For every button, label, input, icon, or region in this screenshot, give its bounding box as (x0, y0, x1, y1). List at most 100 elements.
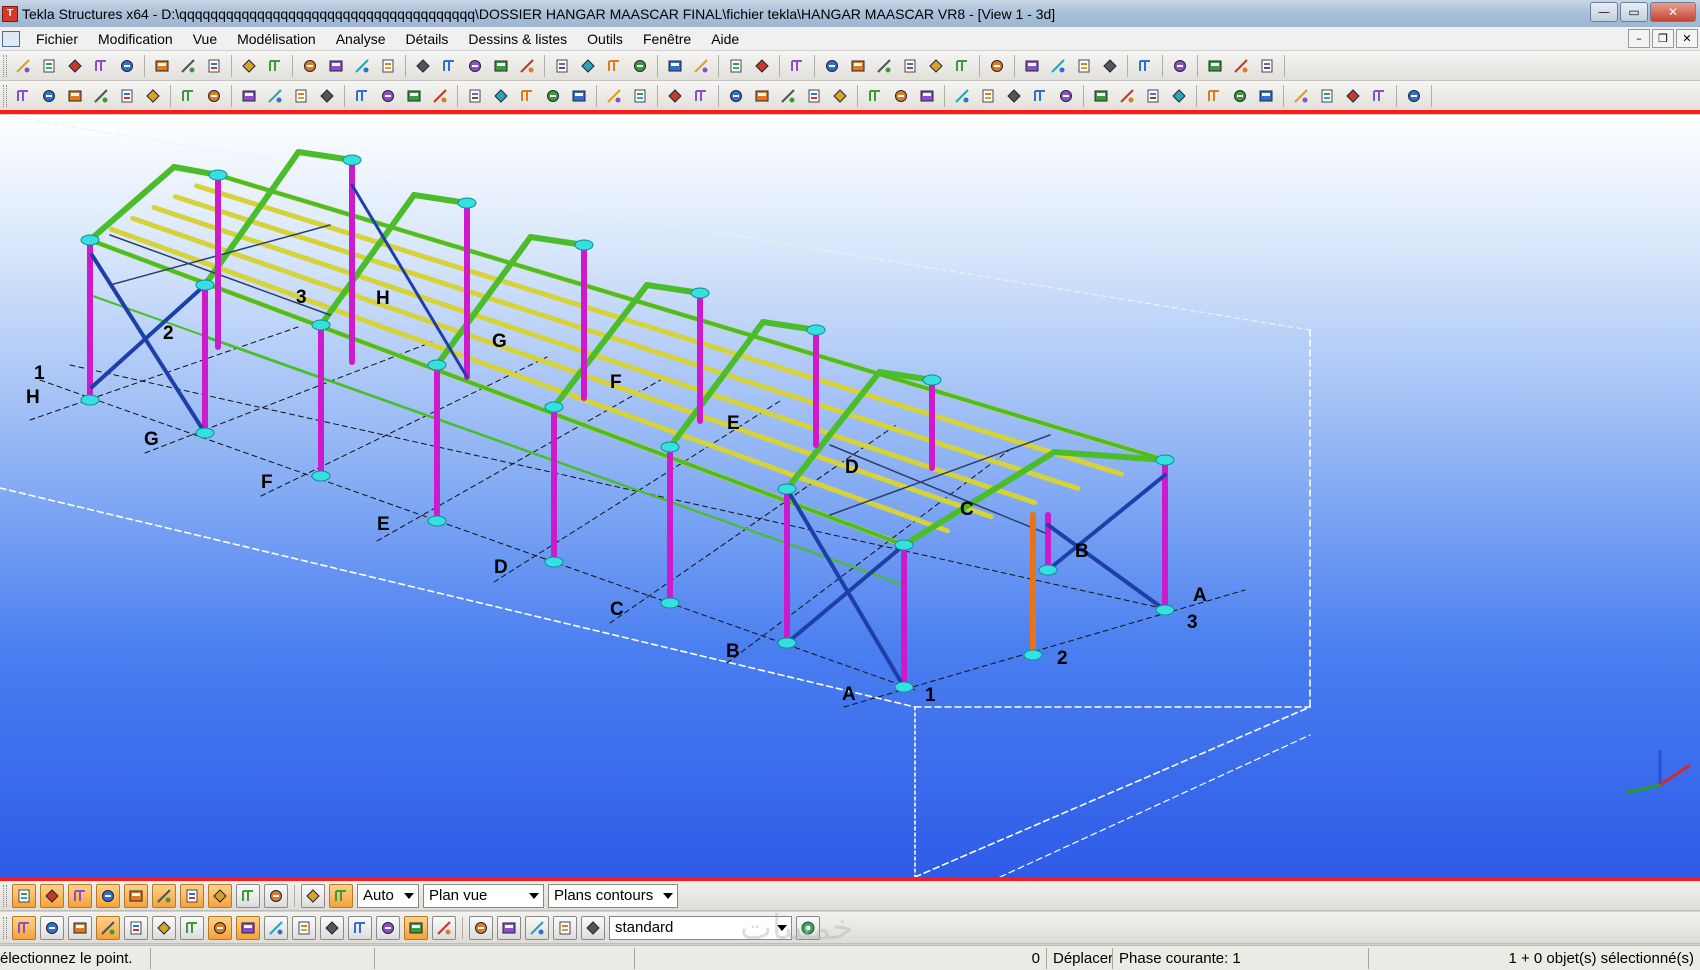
select-switch-button[interactable] (432, 915, 456, 940)
wall-brace[interactable] (785, 487, 906, 689)
select-switch-button[interactable] (180, 915, 204, 940)
wall-brace[interactable] (90, 283, 207, 389)
view-button[interactable] (1228, 84, 1252, 108)
filter-button[interactable] (950, 84, 974, 108)
select-switch-button[interactable] (525, 915, 549, 940)
column-base-node[interactable] (894, 681, 914, 693)
snap-switch-button[interactable] (180, 883, 204, 908)
snap-switch-button[interactable] (124, 883, 148, 908)
select-switch-button[interactable] (376, 915, 400, 940)
select-button[interactable] (515, 54, 539, 78)
select-switch-button[interactable] (68, 915, 92, 940)
connect-button[interactable] (689, 54, 713, 78)
target-button[interactable] (202, 84, 226, 108)
snap-button[interactable] (89, 84, 113, 108)
column-top-node[interactable] (544, 401, 564, 413)
mdi-minimize-button[interactable]: – (1628, 29, 1650, 48)
column-button[interactable] (376, 84, 400, 108)
snap-plane-select[interactable]: Plans contours (548, 883, 678, 908)
view-button[interactable] (1254, 84, 1278, 108)
view-button[interactable] (115, 54, 139, 78)
column-top-node[interactable] (806, 324, 826, 336)
column-base-node[interactable] (311, 470, 331, 482)
column-base-node[interactable] (660, 597, 680, 609)
component-button[interactable] (724, 54, 748, 78)
drawing-button[interactable] (1072, 54, 1096, 78)
line-button[interactable] (802, 84, 826, 108)
snap-switch-button[interactable] (40, 883, 64, 908)
grid-button[interactable] (846, 54, 870, 78)
menu-détails[interactable]: Détails (396, 31, 459, 47)
select-switch-button[interactable] (264, 915, 288, 940)
select-switch-button[interactable] (208, 915, 232, 940)
select-switch-button[interactable] (292, 915, 316, 940)
menu-modification[interactable]: Modification (88, 31, 183, 47)
column-base-node[interactable] (1155, 604, 1175, 616)
column-top-node[interactable] (894, 539, 914, 551)
column-top-node[interactable] (427, 359, 447, 371)
work-area-edge[interactable] (999, 734, 1311, 877)
grid-button[interactable] (924, 54, 948, 78)
arrow-switch-button[interactable] (264, 883, 288, 908)
select-switch-button[interactable] (40, 915, 64, 940)
column-button[interactable] (428, 84, 452, 108)
filter-settings-button[interactable] (796, 915, 820, 940)
line-button[interactable] (828, 84, 852, 108)
column-top-node[interactable] (457, 197, 477, 209)
tekla-app-icon[interactable]: T (2, 5, 18, 22)
wall-brace[interactable] (1046, 473, 1167, 572)
drawing-button[interactable] (1020, 54, 1044, 78)
snap-button[interactable] (115, 84, 139, 108)
forward-button[interactable] (1203, 54, 1227, 78)
selection-filter-select[interactable]: standard (609, 915, 792, 940)
drawing-button[interactable] (1046, 54, 1070, 78)
toolbar-grip[interactable] (3, 84, 7, 107)
window-button[interactable] (463, 54, 487, 78)
column-top-node[interactable] (574, 239, 594, 251)
tool-button[interactable] (1255, 54, 1279, 78)
box-switch-button[interactable] (329, 883, 353, 908)
column-top-node[interactable] (208, 169, 228, 181)
grid-button[interactable] (872, 54, 896, 78)
select-switch-button[interactable] (404, 915, 428, 940)
maximize-button[interactable]: ▭ (1620, 2, 1648, 22)
column-base-node[interactable] (1023, 649, 1043, 661)
select-switch-button[interactable] (152, 915, 176, 940)
document-icon[interactable] (2, 30, 20, 47)
select-switch-button[interactable] (581, 915, 605, 940)
column-top-node[interactable] (660, 441, 680, 453)
help-button[interactable] (785, 54, 809, 78)
filter-button[interactable] (1028, 84, 1052, 108)
select-switch-button[interactable] (236, 915, 260, 940)
snap-switch-button[interactable] (96, 883, 120, 908)
view-button[interactable] (11, 54, 35, 78)
folder-button[interactable] (1229, 54, 1253, 78)
menu-vue[interactable]: Vue (183, 31, 227, 47)
fitting-button[interactable] (915, 84, 939, 108)
menu-aide[interactable]: Aide (701, 31, 749, 47)
grid-line[interactable] (69, 364, 1171, 611)
menu-fenêtre[interactable]: Fenêtre (633, 31, 701, 47)
view-button[interactable] (1289, 84, 1313, 108)
select-switch-button[interactable] (96, 915, 120, 940)
view-button[interactable] (1089, 84, 1113, 108)
weld-button[interactable] (628, 84, 652, 108)
select-switch-button[interactable] (12, 915, 36, 940)
select-switch-button[interactable] (124, 915, 148, 940)
snap-switch-button[interactable] (152, 883, 176, 908)
view-button[interactable] (1167, 84, 1191, 108)
snap-button[interactable] (176, 84, 200, 108)
column-base-node[interactable] (544, 556, 564, 568)
column-top-node[interactable] (195, 279, 215, 291)
plate-button[interactable] (689, 84, 713, 108)
column-top-node[interactable] (690, 287, 710, 299)
view-button[interactable] (1115, 84, 1139, 108)
component-button[interactable] (750, 54, 774, 78)
beam-button[interactable] (567, 84, 591, 108)
window-button[interactable] (411, 54, 435, 78)
snap-switch-button[interactable] (236, 883, 260, 908)
column-button[interactable] (350, 84, 374, 108)
beam-button[interactable] (263, 84, 287, 108)
beam-button[interactable] (463, 84, 487, 108)
tool-button[interactable] (1168, 54, 1192, 78)
